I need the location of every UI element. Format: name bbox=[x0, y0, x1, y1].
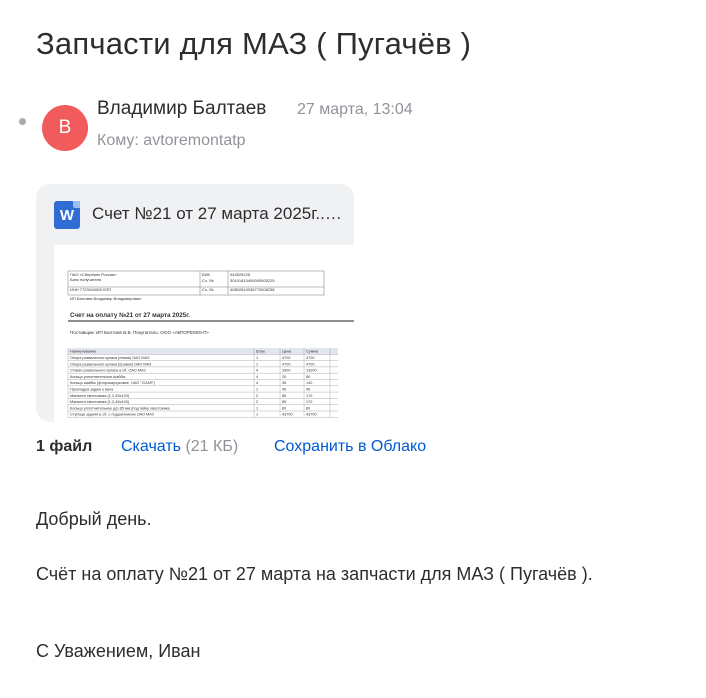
preview-table-header-cell: Сумма bbox=[306, 350, 319, 354]
preview-table-cell: 2 bbox=[256, 400, 258, 404]
read-status-dot[interactable] bbox=[19, 118, 26, 125]
preview-table-cell: 4700 bbox=[282, 362, 290, 366]
preview-table-cell: 45 bbox=[306, 388, 310, 392]
document-preview[interactable]: ПАО «Сбербанк России» БИК 044525225 Банк… bbox=[54, 245, 354, 422]
preview-table-cell: 170 bbox=[306, 400, 312, 404]
preview-table-header-cell: Цена bbox=[282, 350, 292, 354]
preview-table-cell: Кольцо уплотнительное шайбы bbox=[70, 375, 126, 379]
preview-table-cell: Манжета хвостовика (1,2-45х100) bbox=[70, 400, 130, 404]
body-greeting: Добрый день. bbox=[36, 509, 152, 529]
download-label[interactable]: Скачать bbox=[121, 438, 181, 455]
preview-bank-0-value: 044525225 bbox=[230, 272, 251, 277]
save-to-cloud-button[interactable]: Сохранить в Облако bbox=[274, 438, 426, 456]
files-count: 1 файл bbox=[36, 438, 93, 455]
preview-table-cell: Прокладка заднего вала bbox=[70, 388, 114, 392]
preview-table-cell: 1 bbox=[256, 413, 258, 417]
preview-bank-0-label: БИК bbox=[202, 272, 211, 277]
preview-bank-2-name: ИНН 7723410600 КПП bbox=[70, 287, 111, 292]
preview-table-cell: 80 bbox=[306, 375, 310, 379]
preview-table-cell: 43700 bbox=[282, 413, 293, 417]
preview-table-cell: 140 bbox=[306, 381, 312, 385]
preview-table-cell: 1 bbox=[256, 406, 258, 410]
preview-table-cell: 4700 bbox=[282, 356, 290, 360]
preview-table-cell: Манжета хвостовика (1,2-45х100) bbox=[70, 394, 130, 398]
preview-table-cell: 4700 bbox=[306, 362, 314, 366]
preview-table-cell: Опора развального кулака (правая) ОАО МА… bbox=[70, 362, 152, 366]
preview-table-cell: 60 bbox=[282, 406, 286, 410]
preview-bank-1-value: 30101810400000000225 bbox=[230, 278, 275, 283]
preview-recipient: ИП Балтаев Владимир Владимирович bbox=[70, 296, 141, 301]
preview-parties: Поставщик: ИП Балтаев В.В. Покупатель: О… bbox=[70, 330, 209, 335]
preview-bank-2-label: Сч. № bbox=[202, 287, 213, 292]
recipient-line: Кому: avtoremontatp bbox=[97, 132, 246, 149]
preview-table-cell: 170 bbox=[306, 394, 312, 398]
preview-table-cell: Опора развального кулака (левая) ОАО МАЗ bbox=[70, 356, 150, 360]
preview-bank-1-name: Банк получателя bbox=[70, 277, 101, 282]
attachment-card[interactable]: W Счет №21 от 27 марта 2025г..docx ПАО «… bbox=[36, 184, 354, 422]
sender-name[interactable]: Владимир Балтаев bbox=[97, 98, 266, 120]
preview-title: Счет на оплату №21 от 27 марта 2025г. bbox=[70, 312, 190, 319]
email-date: 27 марта, 13:04 bbox=[297, 101, 413, 118]
preview-table-cell: 60 bbox=[306, 406, 310, 410]
document-preview-image: ПАО «Сбербанк России» БИК 044525225 Банк… bbox=[67, 270, 354, 418]
sender-avatar[interactable]: В bbox=[42, 105, 88, 151]
preview-table-cell: Стакан развального кулака в сб. ОАО МАЗ bbox=[70, 369, 146, 373]
attachment-filename[interactable]: Счет №21 от 27 марта 2025г..docx bbox=[92, 204, 342, 224]
preview-table-cell: Кольцо шайбы (фторокаучуковое, ОАО "СОАЯ… bbox=[70, 381, 156, 385]
preview-table-header-cell: Штук bbox=[256, 350, 265, 354]
preview-table-header-bg bbox=[68, 348, 338, 355]
preview-bank-1-label: Сч. № bbox=[202, 278, 213, 283]
download-size: (21 КБ) bbox=[185, 438, 239, 455]
preview-table-cell: 2 bbox=[256, 394, 258, 398]
preview-table-cell: 13200 bbox=[306, 369, 317, 373]
preview-table-cell: 1 bbox=[256, 388, 258, 392]
preview-table-cell: 4 bbox=[256, 381, 258, 385]
preview-table-cell: Кольцо уплотнительное д/р 85 мм (под гай… bbox=[70, 406, 171, 410]
preview-table-cell: 20 bbox=[282, 375, 286, 379]
preview-bank-2-value: 40802810038770008238 bbox=[230, 287, 275, 292]
preview-table-cell: 35 bbox=[282, 381, 286, 385]
body-message: Счёт на оплату №21 от 27 марта на запчас… bbox=[36, 564, 593, 584]
preview-table-cell: 1 bbox=[256, 356, 258, 360]
preview-table-cell: 1 bbox=[256, 362, 258, 366]
preview-table-cell: Ступица задняя в сб. с подшипником ОАО М… bbox=[70, 413, 155, 417]
preview-table-cell: 85 bbox=[282, 394, 286, 398]
preview-table-cell: 4700 bbox=[306, 356, 314, 360]
download-button[interactable]: Скачать (21 КБ) bbox=[121, 438, 238, 456]
preview-table-cell: 45 bbox=[282, 388, 286, 392]
preview-table-header-cell: Наименование bbox=[70, 350, 96, 354]
body-signature: С Уважением, Иван bbox=[36, 641, 201, 661]
preview-table-cell: 3300 bbox=[282, 369, 290, 373]
preview-table-cell: 85 bbox=[282, 400, 286, 404]
preview-items-table: Наименование Штук Цена Сумма Опора развально… bbox=[67, 348, 338, 418]
preview-table-cell: 4 bbox=[256, 375, 258, 379]
email-subject: Запчасти для МАЗ ( Пугачёв ) bbox=[36, 26, 472, 61]
word-doc-icon: W bbox=[54, 201, 80, 229]
preview-table-cell: 4 bbox=[256, 369, 258, 373]
preview-table-cell: 43700 bbox=[306, 413, 317, 417]
